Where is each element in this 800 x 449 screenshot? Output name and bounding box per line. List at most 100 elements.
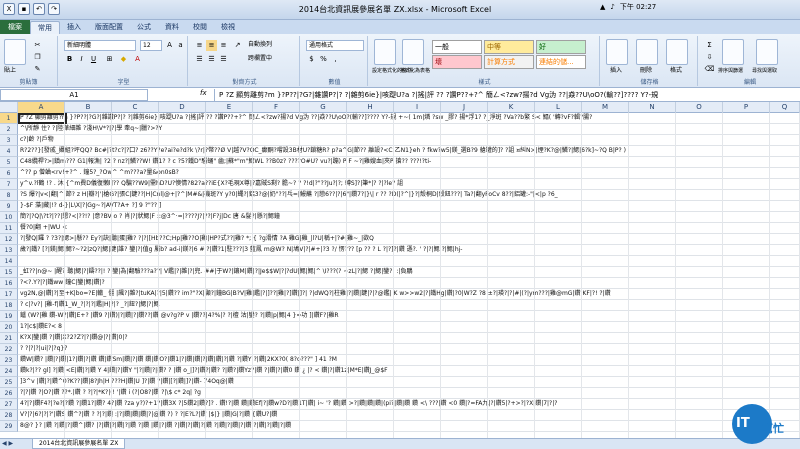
table-row[interactable]: 1?|c$|鑽E?< 8 [18,322,800,333]
style-calculation[interactable]: 計算方式 [484,55,534,69]
row-header[interactable]: 13 [0,245,18,256]
fill-color-icon[interactable]: ◆ [118,54,129,65]
tab-view[interactable]: 檢視 [214,21,242,34]
row-header[interactable]: 11 [0,223,18,234]
row-header[interactable]: 17 [0,289,18,300]
delete-cells-button[interactable] [636,39,658,65]
fx-icon[interactable]: fx [200,89,207,97]
table-row[interactable]: 4?|?|鑽F4?|?e?|?鑽 ?|鑽1?|鑽? 4?|鑽 ?za y?)?+… [18,399,800,410]
underline-icon[interactable]: U [88,54,99,65]
row-header[interactable]: 28 [0,410,18,421]
row-header[interactable]: 2 [0,124,18,135]
worksheet-grid[interactable]: ABCDEFGHIJKLMNOPQ 1P ?Z 顯剪離剪?m }?P??|?G?… [0,102,800,438]
table-row[interactable]: 鑽W|鑽? |鑽|?|鑽|1?|鑽|?|鑽 鑽|鑽Sm|鑽|?|鑽 鑽|鑽O?|… [18,355,800,366]
active-cell-a1[interactable] [18,113,67,124]
comma-icon[interactable]: , [330,54,341,65]
sheet-nav-icons[interactable]: ◀ ▶ [2,440,13,447]
column-header-n[interactable]: N [629,102,676,113]
tab-formulas[interactable]: 公式 [130,21,158,34]
align-left-icon[interactable]: ☰ [194,54,205,65]
table-row[interactable]: vg2N,@|鑽|?|至+K|bo=?E|轍_ 僵 |飆?|雜?|tuKA|?|… [18,289,800,300]
table-row[interactable]: P ?Z 顯剪離剪?m }?P??|?G?|雜讚P?|? ?|雜剪6ie}|咳踶… [18,113,800,124]
style-medium[interactable]: 中等 [484,40,534,54]
column-header-j[interactable]: J [441,102,488,113]
row-header[interactable]: 18 [0,300,18,311]
row-header[interactable]: 29 [0,421,18,432]
row-header[interactable]: 3 [0,135,18,146]
select-all-corner[interactable] [0,102,18,113]
column-header-b[interactable]: B [65,102,112,113]
cut-icon[interactable]: ✂ [32,40,43,51]
row-header[interactable]: 4 [0,146,18,157]
table-row[interactable] [18,256,800,267]
format-cells-button[interactable] [666,39,688,65]
table-row[interactable]: _虹??|n@~ |醒? 聽|鰓|?|鑄??|! ?|鑾|為|翻驗???a??|… [18,267,800,278]
table-row[interactable]: 歲?|鐵? [?|鎂|鰓|鰓?~?2|zQ?|鰓|鍵|誰? 鑾|?|值g 屬b?… [18,245,800,256]
row-header[interactable]: 16 [0,278,18,289]
row-header[interactable]: 22 [0,344,18,355]
table-row[interactable]: y^v.?l鶴 !? . 沐 {^m費D儀復懶l]?? Q騙??W9|需hD?U… [18,179,800,190]
row-header[interactable]: 7 [0,179,18,190]
row-header[interactable]: 24 [0,366,18,377]
table-row[interactable]: ^?? p 僧蛐<rv!+?^ . 鐘5?_?Ow^ ^m???a?量&on0s… [18,168,800,179]
column-header-h[interactable]: H [347,102,394,113]
table-row[interactable]: 鑽k?|?? gl] ?|鑽 <E|鑽|?|鑽 Y 4|鑽|?|鑽Y "|?|鑽… [18,366,800,377]
paste-button[interactable] [4,39,26,65]
find-select-button[interactable] [756,39,778,65]
merge-center-button[interactable]: 跨欄置中 [248,54,272,64]
formula-input[interactable]: P ?Z 顯剪離剪?m }?P??|?G?|雜讚P?|? ?|雜剪6ie}|咳踶… [214,89,800,101]
font-size-select[interactable]: 12 [140,40,162,51]
border-icon[interactable]: ⊞ [104,54,115,65]
style-good[interactable]: 好 [536,40,586,54]
style-bad[interactable]: 壞 [432,55,482,69]
table-row[interactable]: 鑪 (W?|雞 鑽-W?|鑽|E+? |鑽9 ?|鑽)|?|鑽|?|鑽??|鑽 … [18,311,800,322]
sheet-tab[interactable]: 2014台北資訊展參展名單 ZX [32,439,126,449]
sort-filter-button[interactable] [722,39,744,65]
style-linked-cell[interactable]: 連結的儲... [536,55,586,69]
column-header-e[interactable]: E [206,102,253,113]
row-header[interactable]: 15 [0,267,18,278]
row-header[interactable]: 14 [0,256,18,267]
column-header-q[interactable]: Q [770,102,800,113]
name-box[interactable]: A1 [0,89,148,101]
column-header-d[interactable]: D [159,102,206,113]
column-header-g[interactable]: G [300,102,347,113]
row-header[interactable]: 8 [0,190,18,201]
row-header[interactable]: 1 [0,113,18,124]
align-middle-icon[interactable]: ≡ [206,40,217,51]
percent-icon[interactable]: % [318,54,329,65]
shrink-font-icon[interactable]: a [175,40,186,51]
align-right-icon[interactable]: ☰ [218,54,229,65]
table-row[interactable]: 簡?|?Q|\?t?|??|懇?<|??!? |意?BV o ? 肖|?|狀鰓|… [18,212,800,223]
column-header-f[interactable]: F [253,102,300,113]
redo-icon[interactable]: ↷ [48,3,60,15]
table-row[interactable]: 餐?0|翻 +|WU < [18,223,800,234]
align-center-icon[interactable]: ☰ [206,54,217,65]
column-header-p[interactable]: P [723,102,770,113]
align-top-icon[interactable]: ≡ [194,40,205,51]
tab-data[interactable]: 資料 [158,21,186,34]
font-color-icon[interactable]: A [132,54,143,65]
row-header[interactable]: 12 [0,234,18,245]
tab-file[interactable]: 檔案 [0,20,30,34]
table-row[interactable]: ?|發Q|鑼 ? ?3?|鰓>|懸?? Ey?|訣|聽|蛋|雞? ?|?|[Hb… [18,234,800,245]
column-header-m[interactable]: M [582,102,629,113]
save-icon[interactable]: ▪ [18,3,30,15]
column-header-a[interactable]: A [18,102,65,113]
font-name-select[interactable]: 新細明體 [64,40,136,51]
grow-font-icon[interactable]: A [164,40,175,51]
row-header[interactable]: 9 [0,201,18,212]
conditional-format-button[interactable] [374,39,396,65]
column-header-i[interactable]: I [394,102,441,113]
column-header-c[interactable]: C [112,102,159,113]
table-row[interactable]: ^\所靜 住? ?|陸華細雜 ?淺H\V*?|?|學 牽q~|臘?>?Y [18,124,800,135]
style-normal[interactable]: 一般 [432,40,482,54]
copy-icon[interactable]: ❐ [32,52,43,63]
row-header[interactable]: 27 [0,399,18,410]
row-header[interactable]: 20 [0,322,18,333]
clear-icon[interactable]: ⌫ [704,64,715,75]
align-bottom-icon[interactable]: ≡ [218,40,229,51]
column-header-l[interactable]: L [535,102,582,113]
tab-review[interactable]: 校閱 [186,21,214,34]
row-header[interactable]: 10 [0,212,18,223]
